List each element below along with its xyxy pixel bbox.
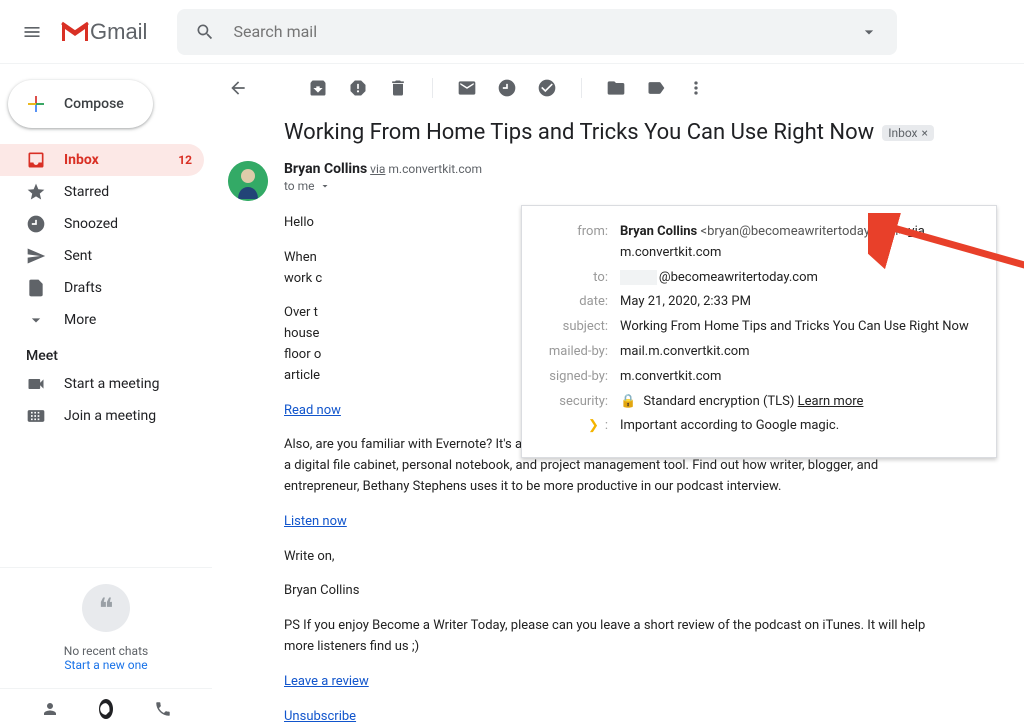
meet-label: Join a meeting xyxy=(64,408,156,424)
listen-now-link[interactable]: Listen now xyxy=(284,514,347,529)
sidebar-item-label: Drafts xyxy=(64,280,102,296)
spam-button[interactable] xyxy=(348,78,368,98)
sent-icon xyxy=(26,246,46,266)
hangouts-icon: ❝ xyxy=(82,584,130,632)
labels-button[interactable] xyxy=(646,78,666,98)
sidebar-item-label: Inbox xyxy=(64,152,99,168)
email-toolbar xyxy=(212,64,1008,112)
join-meeting[interactable]: Join a meeting xyxy=(0,400,212,432)
clock-icon xyxy=(26,214,46,234)
unsubscribe-link[interactable]: Unsubscribe xyxy=(284,709,356,724)
lock-icon: 🔒 xyxy=(620,394,636,409)
importance-icon: ❯ xyxy=(588,418,599,433)
leave-review-link[interactable]: Leave a review xyxy=(284,674,369,689)
hangouts-tab[interactable] xyxy=(99,699,113,719)
add-task-button[interactable] xyxy=(537,78,557,98)
sidebar-footer xyxy=(0,688,212,728)
drafts-icon xyxy=(26,278,46,298)
message-details-popover: from:Bryan Collins <bryan@becomeawritert… xyxy=(521,205,997,458)
hangouts-empty-text: No recent chats xyxy=(16,644,196,658)
sidebar-item-sent[interactable]: Sent xyxy=(0,240,204,272)
more-button[interactable] xyxy=(686,78,706,98)
email-header: Bryan Collins via m.convertkit.com to me xyxy=(212,153,1008,205)
phone-tab[interactable] xyxy=(113,689,212,728)
snooze-button[interactable] xyxy=(497,78,517,98)
back-button[interactable] xyxy=(228,78,248,98)
learn-more-link[interactable]: Learn more xyxy=(798,394,864,409)
read-now-link[interactable]: Read now xyxy=(284,403,341,418)
sidebar-item-label: Snoozed xyxy=(64,216,118,232)
mark-unread-button[interactable] xyxy=(457,78,477,98)
sidebar-item-more[interactable]: More xyxy=(0,304,204,336)
main-menu-button[interactable] xyxy=(8,8,56,56)
via-label: via xyxy=(370,162,385,176)
video-icon xyxy=(26,374,46,394)
star-icon xyxy=(26,182,46,202)
meet-label: Start a meeting xyxy=(64,376,159,392)
sidebar-item-label: More xyxy=(64,312,96,328)
contacts-tab[interactable] xyxy=(0,689,99,728)
search-bar[interactable] xyxy=(177,9,897,55)
compose-label: Compose xyxy=(64,96,124,112)
plus-icon xyxy=(20,88,52,120)
start-meeting[interactable]: Start a meeting xyxy=(0,368,212,400)
chevron-down-icon xyxy=(26,310,46,330)
logo-text: Gmail xyxy=(90,19,147,45)
via-domain: m.convertkit.com xyxy=(388,162,482,176)
hangouts-start-link[interactable]: Start a new one xyxy=(16,658,196,672)
meet-section-header: Meet xyxy=(0,336,212,368)
hangouts-panel: ❝ No recent chats Start a new one xyxy=(0,567,212,688)
gmail-logo[interactable]: Gmail xyxy=(56,19,177,45)
search-icon[interactable] xyxy=(185,12,225,52)
main-content: Working From Home Tips and Tricks You Ca… xyxy=(212,64,1024,728)
archive-button[interactable] xyxy=(308,78,328,98)
sidebar: Compose Inbox 12 Starred Snoozed Sent Dr… xyxy=(0,64,212,728)
label-chip[interactable]: Inbox× xyxy=(882,125,934,141)
sidebar-item-label: Starred xyxy=(64,184,109,200)
close-icon[interactable]: × xyxy=(922,126,928,140)
subject-row: Working From Home Tips and Tricks You Ca… xyxy=(212,112,1008,153)
sidebar-item-drafts[interactable]: Drafts xyxy=(0,272,204,304)
email-subject: Working From Home Tips and Tricks You Ca… xyxy=(284,120,874,145)
search-options-dropdown[interactable] xyxy=(849,12,889,52)
sender-name: Bryan Collins xyxy=(284,161,367,177)
sidebar-item-snoozed[interactable]: Snoozed xyxy=(0,208,204,240)
inbox-count: 12 xyxy=(178,153,192,167)
move-to-button[interactable] xyxy=(606,78,626,98)
keyboard-icon xyxy=(26,406,46,426)
sidebar-item-label: Sent xyxy=(64,248,92,264)
search-input[interactable] xyxy=(225,22,849,41)
app-header: Gmail xyxy=(0,0,1024,64)
compose-button[interactable]: Compose xyxy=(8,80,153,128)
inbox-icon xyxy=(26,150,46,170)
sidebar-item-starred[interactable]: Starred xyxy=(0,176,204,208)
to-dropdown[interactable]: to me xyxy=(284,179,482,193)
chevron-down-icon xyxy=(319,180,331,192)
delete-button[interactable] xyxy=(388,78,408,98)
email-body: Hello Whenwork c Over thousefloor oartic… xyxy=(212,205,1008,728)
sidebar-item-inbox[interactable]: Inbox 12 xyxy=(0,144,204,176)
sender-avatar[interactable] xyxy=(228,161,268,201)
